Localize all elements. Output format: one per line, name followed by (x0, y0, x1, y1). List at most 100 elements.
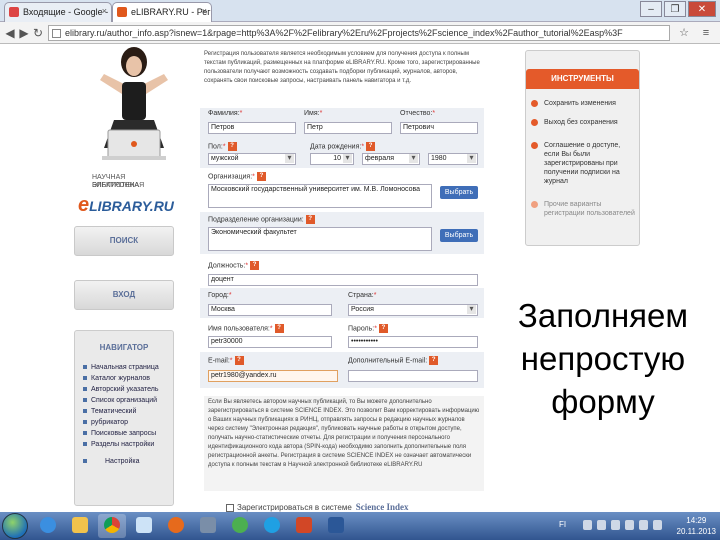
start-button[interactable] (2, 513, 28, 539)
bookmark-star-icon[interactable]: ☆ (676, 25, 692, 41)
exit-without-save-link[interactable]: Выход без сохранения (530, 118, 635, 127)
taskbar-skype[interactable] (258, 514, 286, 538)
birth-day-select[interactable]: 10 (310, 153, 354, 165)
nav-item-thematic[interactable]: Тематический (75, 406, 173, 417)
maximize-button[interactable]: ❐ (664, 1, 686, 17)
elibrary-logo[interactable]: eLIBRARY.RU (78, 194, 174, 217)
nav-item-authors[interactable]: Авторский указатель (75, 384, 173, 395)
other-registration-link[interactable]: Прочие варианты регистрации пользователе… (530, 200, 635, 218)
language-indicator[interactable]: FI (559, 520, 566, 529)
password-input[interactable]: ••••••••••• (348, 336, 478, 348)
department-input[interactable]: Экономический факультет (208, 227, 432, 251)
extra-email-label: Дополнительный E-mail:? (348, 356, 439, 365)
extra-email-input[interactable] (348, 370, 478, 382)
left-sidebar: НАУЧНАЯ ЭЛЕКТРОННАЯ БИБЛИОТЕКА eLIBRARY.… (62, 44, 174, 512)
city-input[interactable]: Москва (208, 304, 332, 316)
caption-line-3: форму (551, 383, 655, 420)
web-page: НАУЧНАЯ ЭЛЕКТРОННАЯ БИБЛИОТЕКА eLIBRARY.… (0, 44, 720, 512)
nav-item-home[interactable]: Начальная страница (75, 362, 173, 373)
access-agreement-link[interactable]: Соглашение о доступе, если Вы были зарег… (530, 141, 635, 186)
wrench-icon[interactable]: ≡ (698, 25, 714, 41)
nav-item-settings-sections[interactable]: Разделы настройки (75, 439, 173, 450)
taskbar-notepad[interactable] (130, 514, 158, 538)
tab-close-icon[interactable]: × (102, 6, 107, 16)
choose-department-button[interactable]: Выбрать (440, 229, 478, 242)
taskbar-explorer[interactable] (66, 514, 94, 538)
system-tray: FI 14:29 20.11.2013 (555, 512, 720, 540)
position-input[interactable]: доцент (208, 274, 478, 286)
firstname-input[interactable]: Петр (304, 122, 392, 134)
tab-elibrary[interactable]: eLIBRARY.RU - Регистрац × (112, 2, 212, 22)
science-index-checkbox[interactable] (226, 503, 234, 512)
antivirus-icon[interactable] (653, 520, 662, 530)
powerpoint-icon (296, 517, 312, 533)
taskbar-powerpoint[interactable] (290, 514, 318, 538)
help-icon[interactable]: ? (378, 324, 388, 333)
url-text: elibrary.ru/author_info.asp?isnew=1&rpag… (65, 28, 623, 38)
tab-label: Входящие - Google - мар (23, 7, 111, 17)
taskbar-ie[interactable] (34, 514, 62, 538)
tab-gmail[interactable]: Входящие - Google - мар × (4, 2, 112, 22)
tab-close-icon[interactable]: × (202, 6, 207, 16)
science-index-check-label: Зарегистрироваться в системе (237, 503, 352, 512)
login-button[interactable]: ВХОД (74, 280, 174, 310)
help-icon[interactable]: ? (256, 172, 266, 181)
ie-icon (40, 517, 56, 533)
minimize-button[interactable]: – (640, 1, 662, 17)
slide-caption: Заполняем непростую форму (478, 294, 720, 423)
save-changes-link[interactable]: Сохранить изменения (530, 99, 635, 108)
nav-item-organizations[interactable]: Список организаций (75, 395, 173, 406)
help-tray-icon[interactable] (583, 520, 592, 530)
help-icon[interactable]: ? (234, 356, 244, 365)
help-icon[interactable]: ? (305, 215, 315, 224)
instruments-panel: ИНСТРУМЕНТЫ Сохранить изменения Выход бе… (525, 50, 640, 246)
network-icon[interactable] (597, 520, 606, 530)
lastname-input[interactable]: Петров (208, 122, 296, 134)
username-input[interactable]: petr30000 (208, 336, 332, 348)
nav-item-queries[interactable]: Поисковые запросы (75, 428, 173, 439)
help-icon[interactable]: ? (250, 261, 260, 270)
username-label: Имя пользователя:*? (208, 324, 284, 333)
help-icon[interactable]: ? (366, 142, 376, 151)
gender-label: Пол:*? (208, 142, 237, 151)
organization-input[interactable]: Московский государственный университет и… (208, 184, 432, 208)
gender-select[interactable]: мужской (208, 153, 296, 165)
battery-icon[interactable] (639, 520, 648, 530)
volume-icon[interactable] (625, 520, 634, 530)
science-index-logo: Science Index (355, 502, 409, 512)
firstname-label: Имя:* (304, 110, 323, 117)
help-icon[interactable]: ? (227, 142, 237, 151)
country-select[interactable]: Россия (348, 304, 478, 316)
close-button[interactable]: ✕ (688, 1, 716, 17)
choose-organization-button[interactable]: Выбрать (440, 186, 478, 199)
birth-year-select[interactable]: 1980 (428, 153, 478, 165)
middlename-input[interactable]: Петрович (400, 122, 478, 134)
flag-icon[interactable] (611, 520, 620, 530)
nav-item-settings[interactable]: Настройка (75, 456, 173, 467)
elibrary-icon (117, 7, 127, 17)
logo-e-letter: e (78, 194, 90, 216)
taskbar-icq[interactable] (226, 514, 254, 538)
gmail-icon (9, 7, 19, 17)
caption-line-2: непростую (520, 340, 686, 377)
birth-month-select[interactable]: февраля (362, 153, 420, 165)
nav-item-rubricator[interactable]: рубрикатор (75, 417, 173, 428)
email-input[interactable]: petr1980@yandex.ru (208, 370, 338, 382)
instruments-title: ИНСТРУМЕНТЫ (526, 69, 639, 89)
navigator-panel: НАВИГАТОР Начальная страница Каталог жур… (74, 330, 174, 506)
reload-button[interactable]: ↻ (30, 25, 46, 41)
windows-taskbar: FI 14:29 20.11.2013 (0, 512, 720, 540)
clock-time: 14:29 (686, 516, 707, 525)
app-icon (200, 517, 216, 533)
help-icon[interactable]: ? (274, 324, 284, 333)
url-input[interactable]: elibrary.ru/author_info.asp?isnew=1&rpag… (48, 25, 670, 41)
taskbar-chrome[interactable] (98, 514, 126, 538)
taskbar-word[interactable] (322, 514, 350, 538)
taskbar-firefox[interactable] (162, 514, 190, 538)
nav-item-journals[interactable]: Каталог журналов (75, 373, 173, 384)
taskbar-ftp[interactable] (194, 514, 222, 538)
caption-line-1: Заполняем (517, 297, 689, 334)
search-button[interactable]: ПОИСК (74, 226, 174, 256)
help-icon[interactable]: ? (429, 356, 439, 365)
clock[interactable]: 14:29 20.11.2013 (677, 515, 716, 537)
